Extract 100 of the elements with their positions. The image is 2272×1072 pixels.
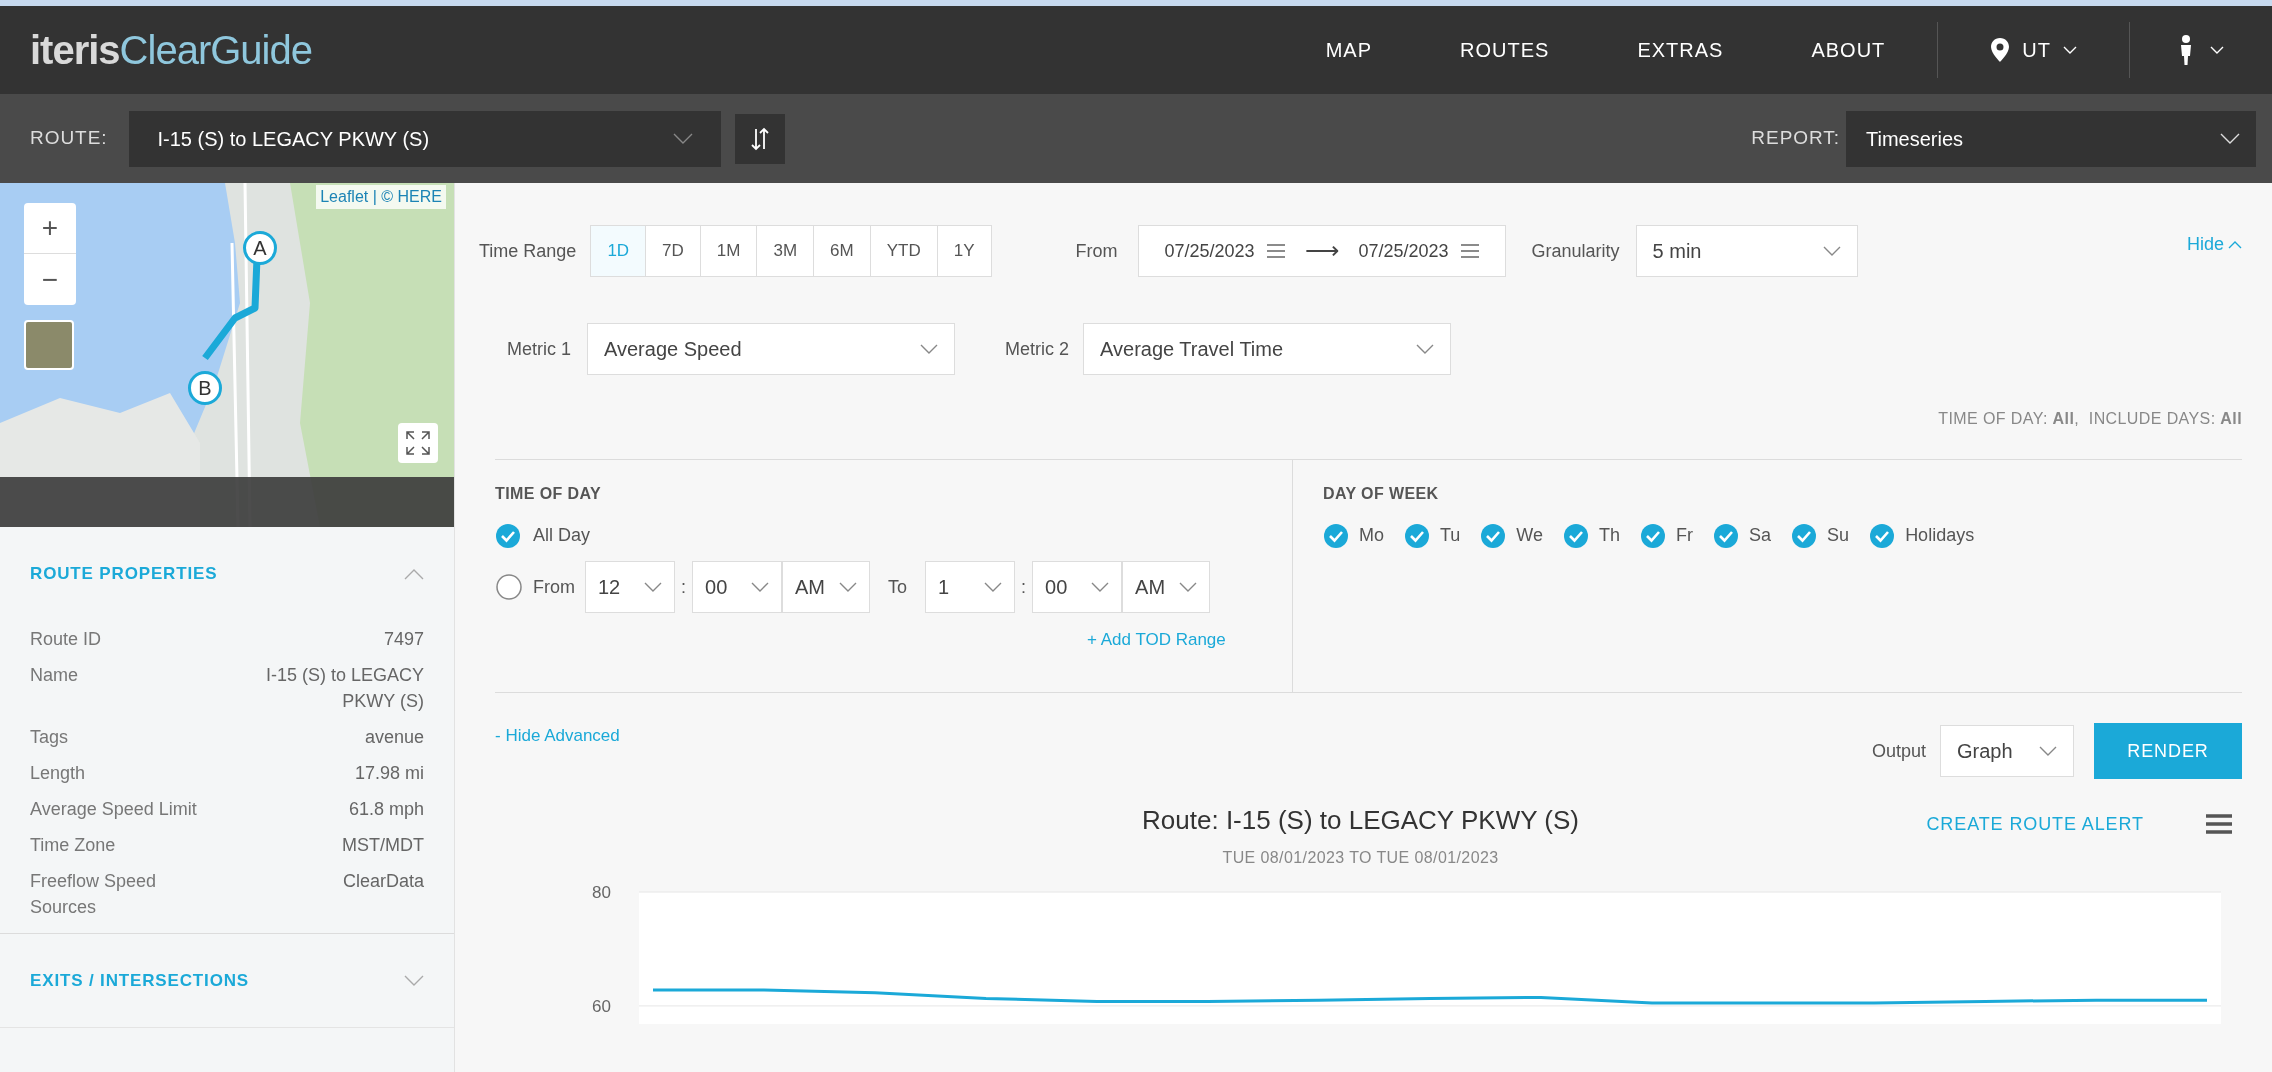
metric-select[interactable]: Average Travel Time <box>1083 323 1452 375</box>
radio-button[interactable] <box>495 573 523 601</box>
expand-icon <box>405 430 431 456</box>
output-select[interactable]: Graph <box>1940 725 2074 777</box>
satellite-layer-button[interactable] <box>24 320 74 370</box>
region-menu[interactable]: UT <box>1938 6 2129 94</box>
checkbox[interactable] <box>495 522 521 549</box>
property-name: Route ID <box>30 628 103 651</box>
fullscreen-button[interactable] <box>398 423 438 463</box>
chevron-down-icon <box>2210 46 2224 54</box>
menu-lines-icon <box>1266 244 1285 258</box>
chart-title: Route: I-15 (S) to LEGACY PKWY (S) <box>1142 804 1579 837</box>
property-name: Length <box>30 762 87 785</box>
checkbox[interactable] <box>1323 522 1349 549</box>
date-range-field[interactable]: 07/25/2023 ⟶ 07/25/2023 <box>1137 225 1506 277</box>
logo-text: ClearGuide <box>119 30 312 70</box>
menu-icon[interactable] <box>2206 813 2232 835</box>
axis-tick-label: 60 <box>592 996 611 1016</box>
checkbox[interactable] <box>1791 522 1818 549</box>
zoom-in-button[interactable]: + <box>24 203 76 254</box>
menu-lines-icon <box>1460 244 1479 258</box>
chevron-down-icon <box>2039 746 2057 756</box>
field-label: From <box>533 575 575 599</box>
granularity-select[interactable]: 5 min <box>1635 225 1858 277</box>
field-label: Granularity <box>1531 239 1620 263</box>
chevron-down-icon <box>1416 344 1435 354</box>
checkbox-label: Fr <box>1676 524 1694 547</box>
field-label: Output <box>1871 739 1926 763</box>
person-icon <box>2178 34 2194 66</box>
period-select[interactable]: AM <box>1122 561 1211 613</box>
swap-button[interactable] <box>735 113 786 164</box>
checkbox-label: Mo <box>1359 524 1384 547</box>
property-value: I-15 (S) to LEGACY PKWY (S) <box>264 664 424 713</box>
chevron-down-icon <box>1179 582 1198 592</box>
property-name: Name <box>30 664 79 687</box>
property-value: ClearData <box>341 870 424 893</box>
chevron-down-icon <box>2220 133 2240 144</box>
nav-link[interactable]: ROUTES <box>1416 35 1594 65</box>
checkbox[interactable] <box>1869 522 1896 549</box>
field-label: Metric 2 <box>1005 337 1070 361</box>
checkbox-label: We <box>1516 524 1544 547</box>
map-attribution: Leaflet | © HERE <box>316 185 446 209</box>
chart-subtitle: TUE 08/01/2023 TO TUE 08/01/2023 <box>1222 848 1499 868</box>
section-heading: DAY OF WEEK <box>1323 484 1440 504</box>
minute-select[interactable]: 00 <box>692 561 782 613</box>
field-label: From <box>1075 239 1118 263</box>
chevron-down-icon <box>644 582 662 592</box>
property-name: Tags <box>30 726 70 749</box>
route-label: ROUTE: <box>30 126 108 151</box>
chevron-down-icon <box>751 582 769 592</box>
property-name: Average Speed Limit <box>30 798 198 821</box>
nav-link[interactable]: MAP <box>1281 35 1417 65</box>
chevron-down-icon <box>673 133 694 144</box>
property-value: avenue <box>363 726 424 749</box>
swap-arrows-icon <box>750 125 771 152</box>
route-select[interactable]: I-15 (S) to LEGACY PKWY (S) <box>129 110 722 167</box>
chevron-down-icon <box>1822 246 1841 256</box>
nav-link[interactable]: ABOUT <box>1767 35 1930 65</box>
property-value: 61.8 mph <box>347 798 424 821</box>
metric-select[interactable]: Average Speed <box>587 323 955 375</box>
minute-select[interactable]: 00 <box>1032 561 1123 613</box>
time-separator: : <box>1020 575 1028 599</box>
axis-tick-label: 80 <box>592 883 611 902</box>
checkbox-label: Su <box>1827 524 1850 547</box>
section-heading: TIME OF DAY <box>495 484 603 504</box>
checkbox-label: Holidays <box>1905 524 1975 547</box>
chevron-up-icon <box>2228 240 2242 249</box>
checkbox[interactable] <box>1713 522 1740 549</box>
property-name: Time Zone <box>30 834 117 857</box>
checkbox[interactable] <box>1640 522 1667 549</box>
checkbox[interactable] <box>1563 522 1590 549</box>
logo-text: iteris <box>30 30 120 70</box>
property-value: MST/MDT <box>341 834 424 857</box>
field-label: Time Range <box>479 239 577 263</box>
property-value: 17.98 mi <box>353 762 424 785</box>
hour-select[interactable]: 12 <box>585 561 675 613</box>
checkbox[interactable] <box>1480 522 1507 549</box>
chevron-down-icon <box>2063 46 2077 54</box>
filter-summary: TIME OF DAY: All, INCLUDE DAYS: All <box>1938 409 2242 429</box>
hour-select[interactable]: 1 <box>925 561 1016 613</box>
property-name: Freeflow Speed Sources <box>30 870 158 919</box>
field-label: Metric 1 <box>507 337 571 361</box>
time-separator: : <box>680 575 687 599</box>
chevron-down-icon <box>1091 582 1110 592</box>
nav-link[interactable]: EXTRAS <box>1593 35 1768 65</box>
zoom-out-button[interactable]: − <box>24 254 76 305</box>
chevron-down-icon <box>920 344 938 354</box>
chevron-down-icon <box>984 582 1003 592</box>
checkbox[interactable] <box>1404 522 1430 549</box>
checkbox-label: All Day <box>533 524 590 547</box>
property-value: 7497 <box>382 628 424 651</box>
report-label: REPORT: <box>1751 126 1840 151</box>
checkbox-label: Tu <box>1440 524 1461 547</box>
period-select[interactable]: AM <box>782 561 870 613</box>
checkbox-label: Sa <box>1749 524 1772 547</box>
chevron-down-icon <box>839 582 857 592</box>
report-select[interactable]: Timeseries <box>1846 110 2256 167</box>
checkbox-label: Th <box>1599 524 1621 547</box>
location-pin-icon <box>1990 37 2011 63</box>
field-label: To <box>888 575 908 599</box>
